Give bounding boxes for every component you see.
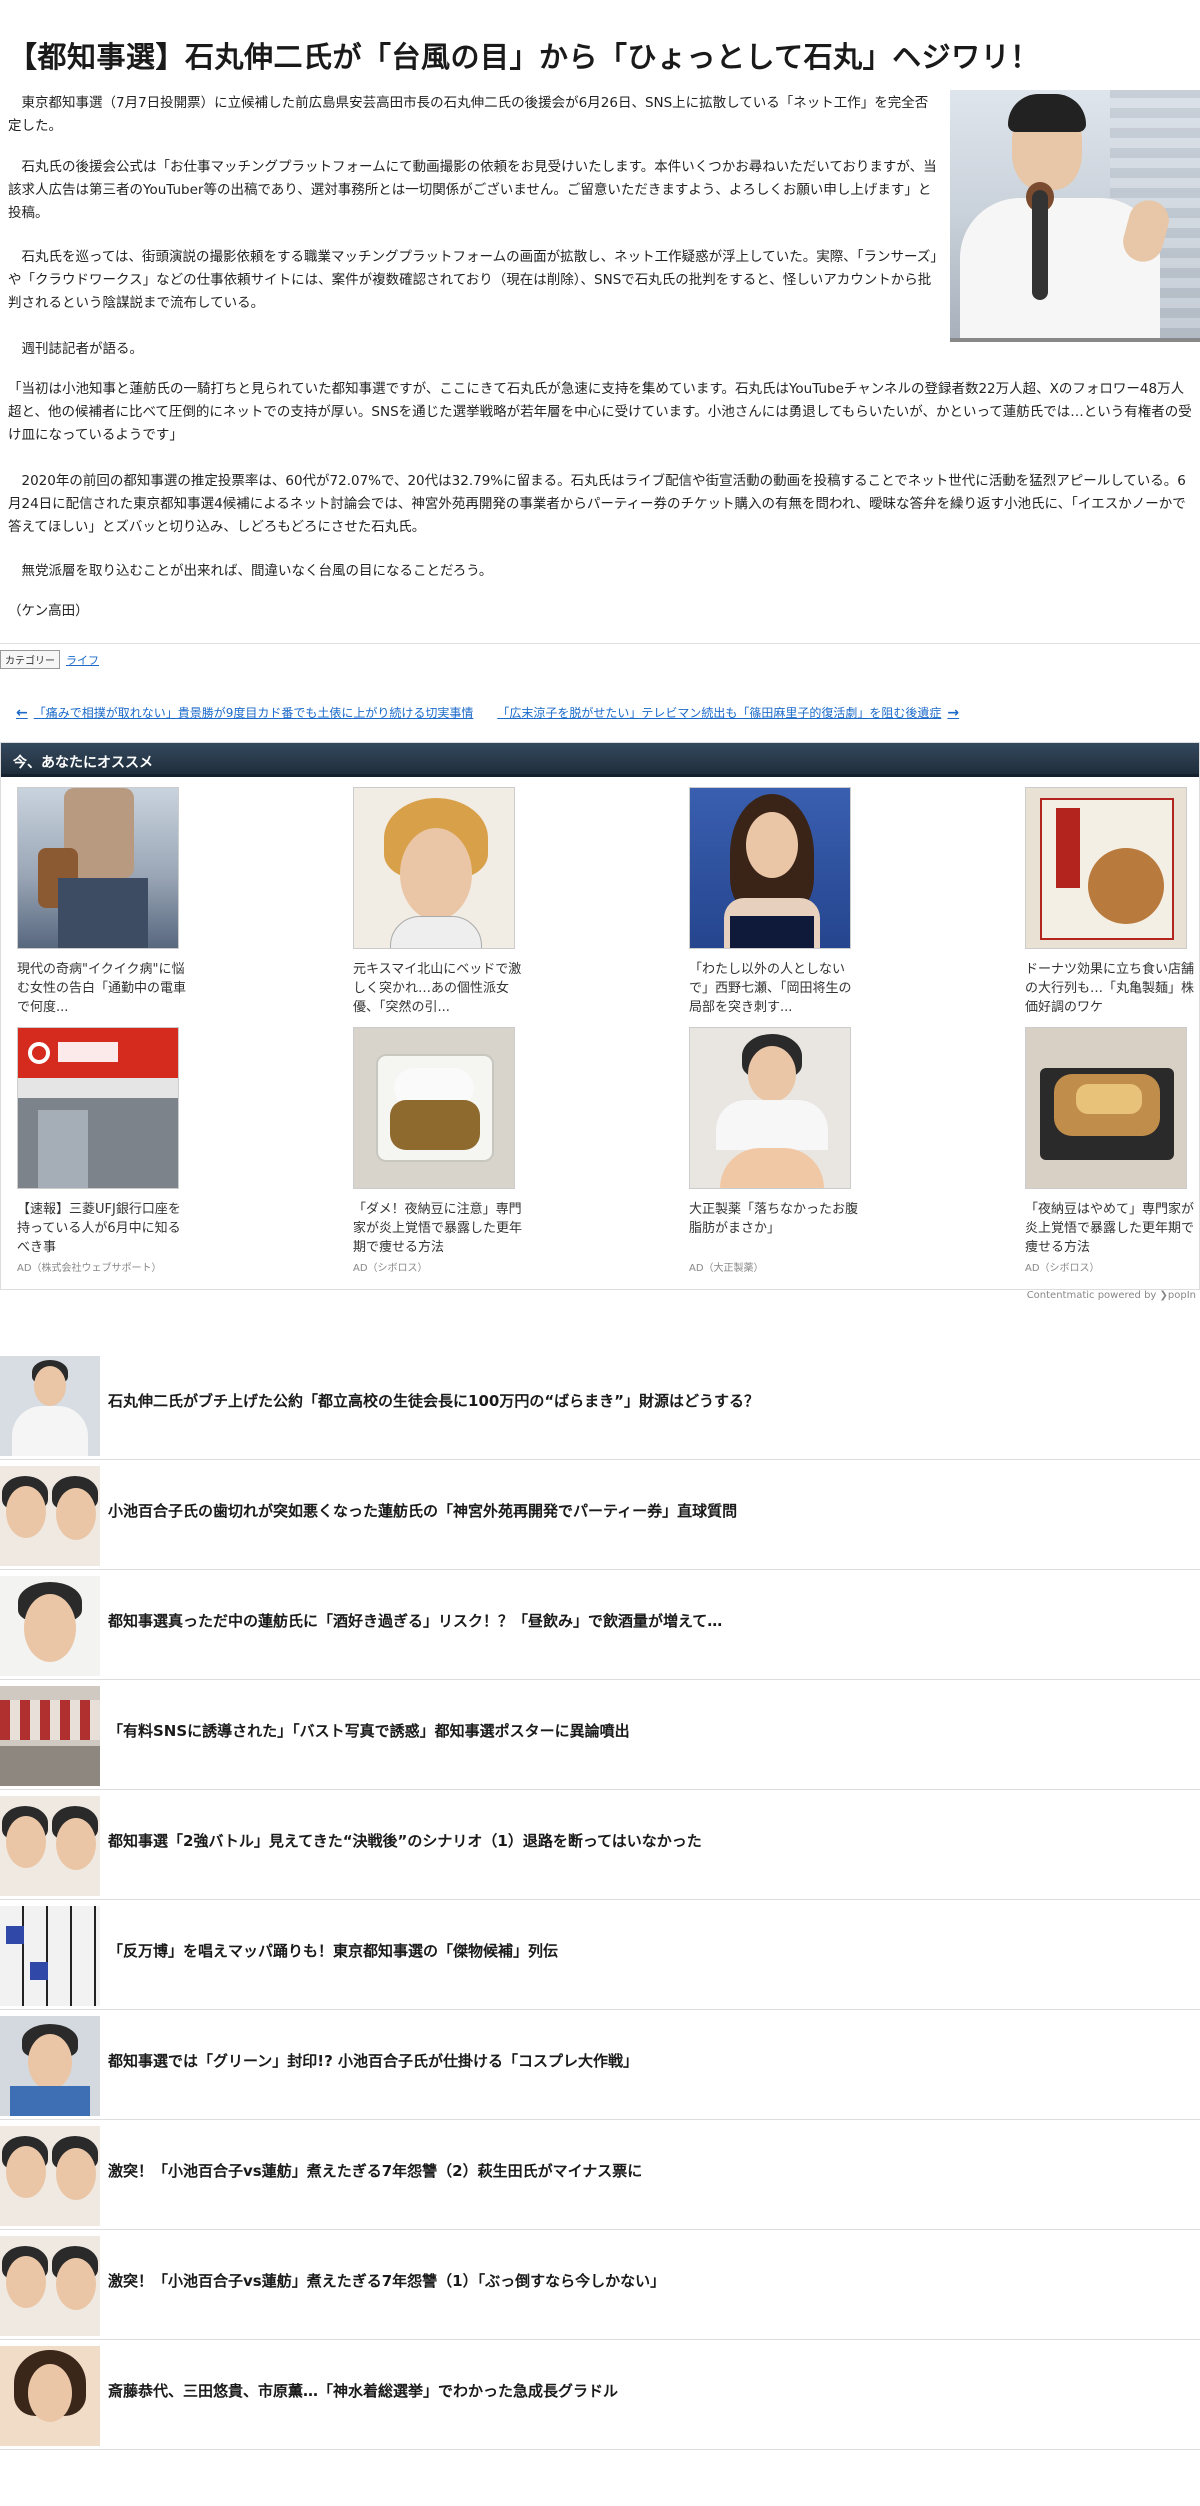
related-article-item[interactable]: 小池百合子氏の歯切れが突如悪くなった蓮舫氏の「神宮外苑再開発でパーティー券」直球… [0, 1460, 1200, 1570]
ad-label: AD（シボロス） [353, 1263, 428, 1274]
related-article-item[interactable]: 「反万博」を唱えマッパ踊りも！東京都知事選の「傑物候補」列伝 [0, 1900, 1200, 2010]
related-thumbnail [0, 1796, 100, 1896]
divider [0, 643, 1200, 644]
reco-caption: ドーナツ効果に立ち食い店舗の大行列も…「丸亀製麺」株価好調のワケ [1025, 962, 1195, 1015]
related-title: 石丸伸二氏がブチ上げた公約「都立高校の生徒会長に100万円の“ばらまき”」財源は… [108, 1392, 760, 1410]
reco-card[interactable]: 現代の奇病"イクイク病"に悩む女性の告白「通勤中の電車で何度... [17, 787, 187, 1017]
reco-card[interactable]: 大正製薬「落ちなかったお腹脂肪がまさか」 AD（大正製薬） [689, 1027, 859, 1274]
related-article-item[interactable]: 都知事選では「グリーン」封印!? 小池百合子氏が仕掛ける「コスプレ大作戦」 [0, 2010, 1200, 2120]
prev-article-title: 「痛みで相撲が取れない」貴景勝が9度目カド番でも土俵に上がり続ける切実事情 [33, 706, 474, 720]
reco-card[interactable]: 「わたし以外の人としないで」西野七瀬、「岡田将生の局部を突き刺す... [689, 787, 859, 1017]
related-title: 「反万博」を唱えマッパ踊りも！東京都知事選の「傑物候補」列伝 [108, 1942, 559, 1960]
related-title: 都知事選では「グリーン」封印!? 小池百合子氏が仕掛ける「コスプレ大作戦」 [108, 2052, 639, 2070]
related-article-item[interactable]: 激突！「小池百合子vs蓮舫」煮えたぎる7年怨讐（1）「ぶっ倒すなら今しかない」 [0, 2230, 1200, 2340]
article-paragraph: 2020年の前回の都知事選の推定投票率は、60代が72.07%で、20代は32.… [8, 473, 1186, 535]
article-title: 【都知事選】石丸伸二氏が「台風の目」から「ひょっとして石丸」ヘジワリ！ [8, 40, 1040, 74]
article-paragraph: 週刊誌記者が語る。 [8, 341, 143, 357]
related-title: 激突！「小池百合子vs蓮舫」煮えたぎる7年怨讐（2）萩生田氏がマイナス票に [108, 2162, 643, 2180]
reco-card[interactable]: 「夜納豆はやめて」専門家が炎上覚悟で暴露した更年期で痩せる方法 AD（シボロス） [1025, 1027, 1195, 1274]
related-thumbnail [0, 2346, 100, 2446]
reco-card[interactable]: 元キスマイ北山にベッドで激しく突かれ…あの個性派女優、「突然の引... [353, 787, 523, 1017]
related-article-item[interactable]: 斎藤恭代、三田悠貴、市原薫…「神水着総選挙」でわかった急成長グラドル [0, 2340, 1200, 2450]
reco-caption: 大正製薬「落ちなかったお腹脂肪がまさか」 [689, 1202, 859, 1236]
arrow-right-icon: → [947, 704, 960, 721]
related-title: 小池百合子氏の歯切れが突如悪くなった蓮舫氏の「神宮外苑再開発でパーティー券」直球… [108, 1502, 738, 1520]
article-hero-image [950, 90, 1200, 342]
reco-thumbnail [1025, 787, 1187, 949]
related-title: 都知事選「2強バトル」見えてきた“決戦後”のシナリオ（1）退路を断ってはいなかっ… [108, 1832, 702, 1850]
next-article-link[interactable]: 「広末涼子を脱がせたい」テレビマン続出も「篠田麻里子的復活劇」を阻む後遺症 → [497, 704, 959, 721]
recommendation-widget: 今、あなたにオススメ 現代の奇病"イクイク病"に悩む女性の告白「通勤中の電車で何… [0, 742, 1200, 1290]
reco-caption: 【速報】三菱UFJ銀行口座を持っている人が6月中に知るべき事 [17, 1202, 181, 1255]
article-byline: （ケン高田） [8, 603, 89, 619]
reco-thumbnail [1025, 1027, 1187, 1189]
category-row: カテゴリー ライフ [0, 650, 99, 669]
article-paragraph: 石丸氏の後援会公式は「お仕事マッチングプラットフォームにて動画撮影の依頼をお見受… [8, 159, 937, 221]
reco-thumbnail [17, 1027, 179, 1189]
reco-thumbnail [689, 787, 851, 949]
related-article-item[interactable]: 激突！「小池百合子vs蓮舫」煮えたぎる7年怨讐（2）萩生田氏がマイナス票に [0, 2120, 1200, 2230]
prev-article-link[interactable]: ← 「痛みで相撲が取れない」貴景勝が9度目カド番でも土俵に上がり続ける切実事情 [16, 704, 473, 721]
related-article-item[interactable]: 都知事選「2強バトル」見えてきた“決戦後”のシナリオ（1）退路を断ってはいなかっ… [0, 1790, 1200, 1900]
next-article-title: 「広末涼子を脱がせたい」テレビマン続出も「篠田麻里子的復活劇」を阻む後遺症 [497, 706, 942, 720]
related-title: 「有料SNSに誘導された」「バスト写真で誘惑」都知事選ポスターに異論噴出 [108, 1722, 630, 1740]
reco-card[interactable]: ドーナツ効果に立ち食い店舗の大行列も…「丸亀製麺」株価好調のワケ [1025, 787, 1195, 1017]
reco-card[interactable]: 【速報】三菱UFJ銀行口座を持っている人が6月中に知るべき事 AD（株式会社ウェ… [17, 1027, 187, 1274]
article-paragraph: 東京都知事選（7月7日投開票）に立候補した前広島県安芸高田市長の石丸伸二氏の後援… [8, 95, 929, 134]
related-title: 激突！「小池百合子vs蓮舫」煮えたぎる7年怨讐（1）「ぶっ倒すなら今しかない」 [108, 2272, 666, 2290]
related-thumbnail [0, 1576, 100, 1676]
reco-caption: 「夜納豆はやめて」専門家が炎上覚悟で暴露した更年期で痩せる方法 [1025, 1202, 1195, 1255]
article-paragraph: 無党派層を取り込むことが出来れば、間違いなく台風の目になることだろう。 [8, 563, 493, 579]
powered-by[interactable]: Contentmatic powered by ❯popIn [1027, 1290, 1196, 1301]
category-link[interactable]: ライフ [66, 652, 99, 668]
reco-caption: 「わたし以外の人としないで」西野七瀬、「岡田将生の局部を突き刺す... [689, 962, 852, 1015]
related-thumbnail [0, 2016, 100, 2116]
related-title: 斎藤恭代、三田悠貴、市原薫…「神水着総選挙」でわかった急成長グラドル [108, 2382, 619, 2400]
category-tag: カテゴリー [0, 650, 60, 669]
related-thumbnail [0, 1686, 100, 1786]
related-title: 都知事選真っただ中の蓮舫氏に「酒好き過ぎる」リスク！？「昼飲み」で飲酒量が増えて… [108, 1612, 723, 1630]
ad-label: AD（株式会社ウェブサポート） [17, 1263, 162, 1274]
reco-caption: 元キスマイ北山にベッドで激しく突かれ…あの個性派女優、「突然の引... [353, 962, 522, 1015]
reco-card[interactable]: 「ダメ！夜納豆に注意」専門家が炎上覚悟で暴露した更年期で痩せる方法 AD（シボロ… [353, 1027, 523, 1274]
reco-thumbnail [353, 1027, 515, 1189]
reco-thumbnail [353, 787, 515, 949]
reco-thumbnail [17, 787, 179, 949]
related-thumbnail [0, 1466, 100, 1566]
related-thumbnail [0, 1356, 100, 1456]
ad-label: AD（大正製薬） [689, 1263, 764, 1274]
related-article-item[interactable]: 石丸伸二氏がブチ上げた公約「都立高校の生徒会長に100万円の“ばらまき”」財源は… [0, 1350, 1200, 1460]
reco-caption: 「ダメ！夜納豆に注意」専門家が炎上覚悟で暴露した更年期で痩せる方法 [353, 1202, 523, 1255]
reco-caption: 現代の奇病"イクイク病"に悩む女性の告白「通勤中の電車で何度... [17, 962, 187, 1015]
related-thumbnail [0, 1906, 100, 2006]
article-pagination: ← 「痛みで相撲が取れない」貴景勝が9度目カド番でも土俵に上がり続ける切実事情 … [16, 704, 959, 721]
article-paragraph: 石丸氏を巡っては、街頭演説の撮影依頼をする職業マッチングプラットフォームの画面が… [8, 249, 938, 311]
recommendation-header: 今、あなたにオススメ [1, 743, 1199, 777]
related-article-item[interactable]: 都知事選真っただ中の蓮舫氏に「酒好き過ぎる」リスク！？「昼飲み」で飲酒量が増えて… [0, 1570, 1200, 1680]
related-thumbnail [0, 2236, 100, 2336]
reco-thumbnail [689, 1027, 851, 1189]
related-thumbnail [0, 2126, 100, 2226]
arrow-left-icon: ← [16, 704, 28, 721]
article-paragraph: 「当初は小池知事と蓮舫氏の一騎打ちと見られていた都知事選ですが、ここにきて石丸氏… [8, 381, 1192, 443]
ad-label: AD（シボロス） [1025, 1263, 1100, 1274]
related-article-item[interactable]: 「有料SNSに誘導された」「バスト写真で誘惑」都知事選ポスターに異論噴出 [0, 1680, 1200, 1790]
